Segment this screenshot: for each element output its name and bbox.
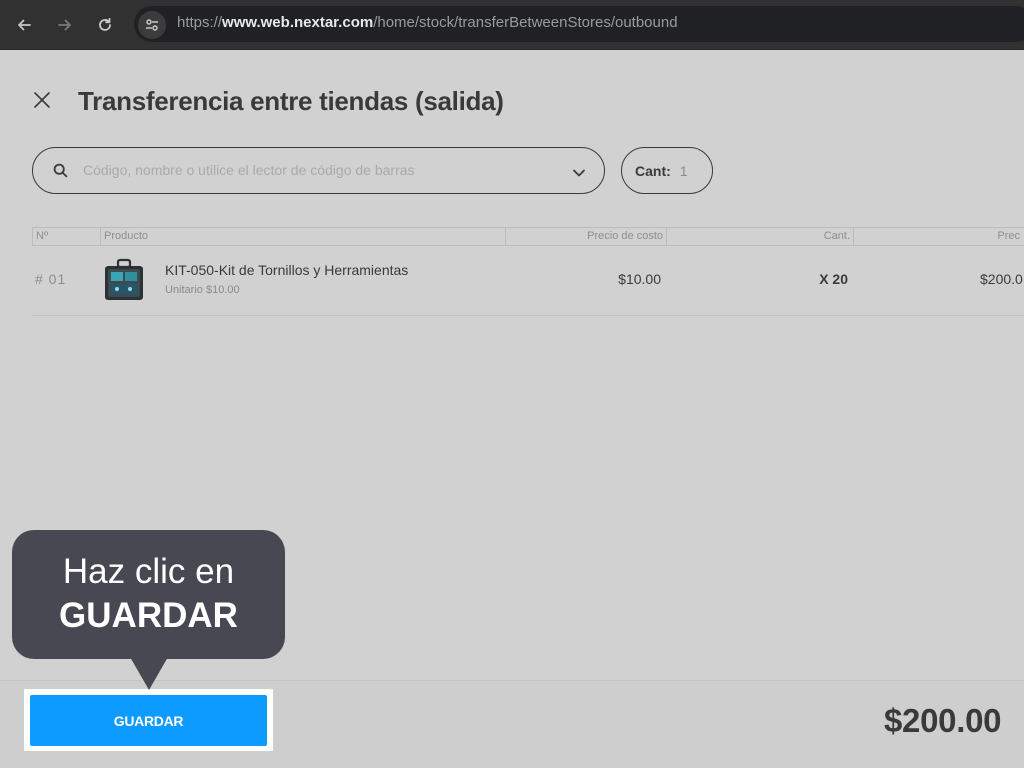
search-icon bbox=[53, 163, 68, 183]
table-header: Nº Producto Precio de costo Cant. Prec bbox=[32, 227, 1024, 246]
row-number: # 01 bbox=[35, 271, 67, 287]
tooltip-line-2: GUARDAR bbox=[59, 596, 238, 635]
quantity-value[interactable]: 1 bbox=[680, 163, 688, 179]
browser-toolbar: https://www.web.nextar.com/home/stock/tr… bbox=[0, 0, 1024, 50]
save-button[interactable]: GUARDAR bbox=[30, 695, 267, 746]
table-row[interactable]: # 01 KIT-050-Kit de Tornillos y Herramie… bbox=[32, 246, 1024, 316]
url-path: /home/stock/transferBetweenStores/outbou… bbox=[373, 14, 678, 31]
quantity-field[interactable]: Cant: 1 bbox=[621, 147, 713, 194]
site-settings-icon[interactable] bbox=[138, 11, 166, 39]
product-cost: $10.00 bbox=[618, 271, 661, 287]
column-header-number: Nº bbox=[32, 228, 100, 245]
tutorial-tooltip: Haz clic en GUARDAR bbox=[12, 530, 285, 659]
column-header-product: Producto bbox=[100, 228, 505, 245]
page-title: Transferencia entre tiendas (salida) bbox=[78, 86, 504, 116]
grand-total: $200.00 bbox=[884, 702, 1002, 739]
back-arrow-icon[interactable] bbox=[12, 13, 36, 37]
url-text[interactable]: https://www.web.nextar.com/home/stock/tr… bbox=[177, 14, 678, 31]
url-domain: www.web.nextar.com bbox=[222, 14, 374, 31]
close-icon[interactable] bbox=[30, 88, 54, 112]
search-input[interactable] bbox=[83, 148, 553, 192]
product-thumbnail bbox=[102, 256, 146, 304]
product-price: $200.0 bbox=[980, 271, 1023, 287]
quantity-label: Cant: bbox=[635, 162, 671, 179]
column-header-price: Prec bbox=[853, 228, 1024, 245]
product-unit-price: Unitario $10.00 bbox=[165, 284, 240, 296]
product-search-box[interactable] bbox=[32, 147, 605, 194]
forward-arrow-icon[interactable] bbox=[53, 13, 77, 37]
column-header-quantity: Cant. bbox=[666, 228, 853, 245]
tooltip-line-1: Haz clic en bbox=[62, 552, 235, 591]
reload-icon[interactable] bbox=[93, 13, 117, 37]
product-name: KIT-050-Kit de Tornillos y Herramientas bbox=[165, 262, 409, 278]
tooltip-arrow bbox=[130, 657, 168, 690]
chevron-down-icon[interactable] bbox=[572, 165, 586, 183]
column-header-cost: Precio de costo bbox=[505, 228, 666, 245]
product-quantity[interactable]: X 20 bbox=[819, 271, 848, 287]
url-prefix: https:// bbox=[177, 14, 223, 31]
